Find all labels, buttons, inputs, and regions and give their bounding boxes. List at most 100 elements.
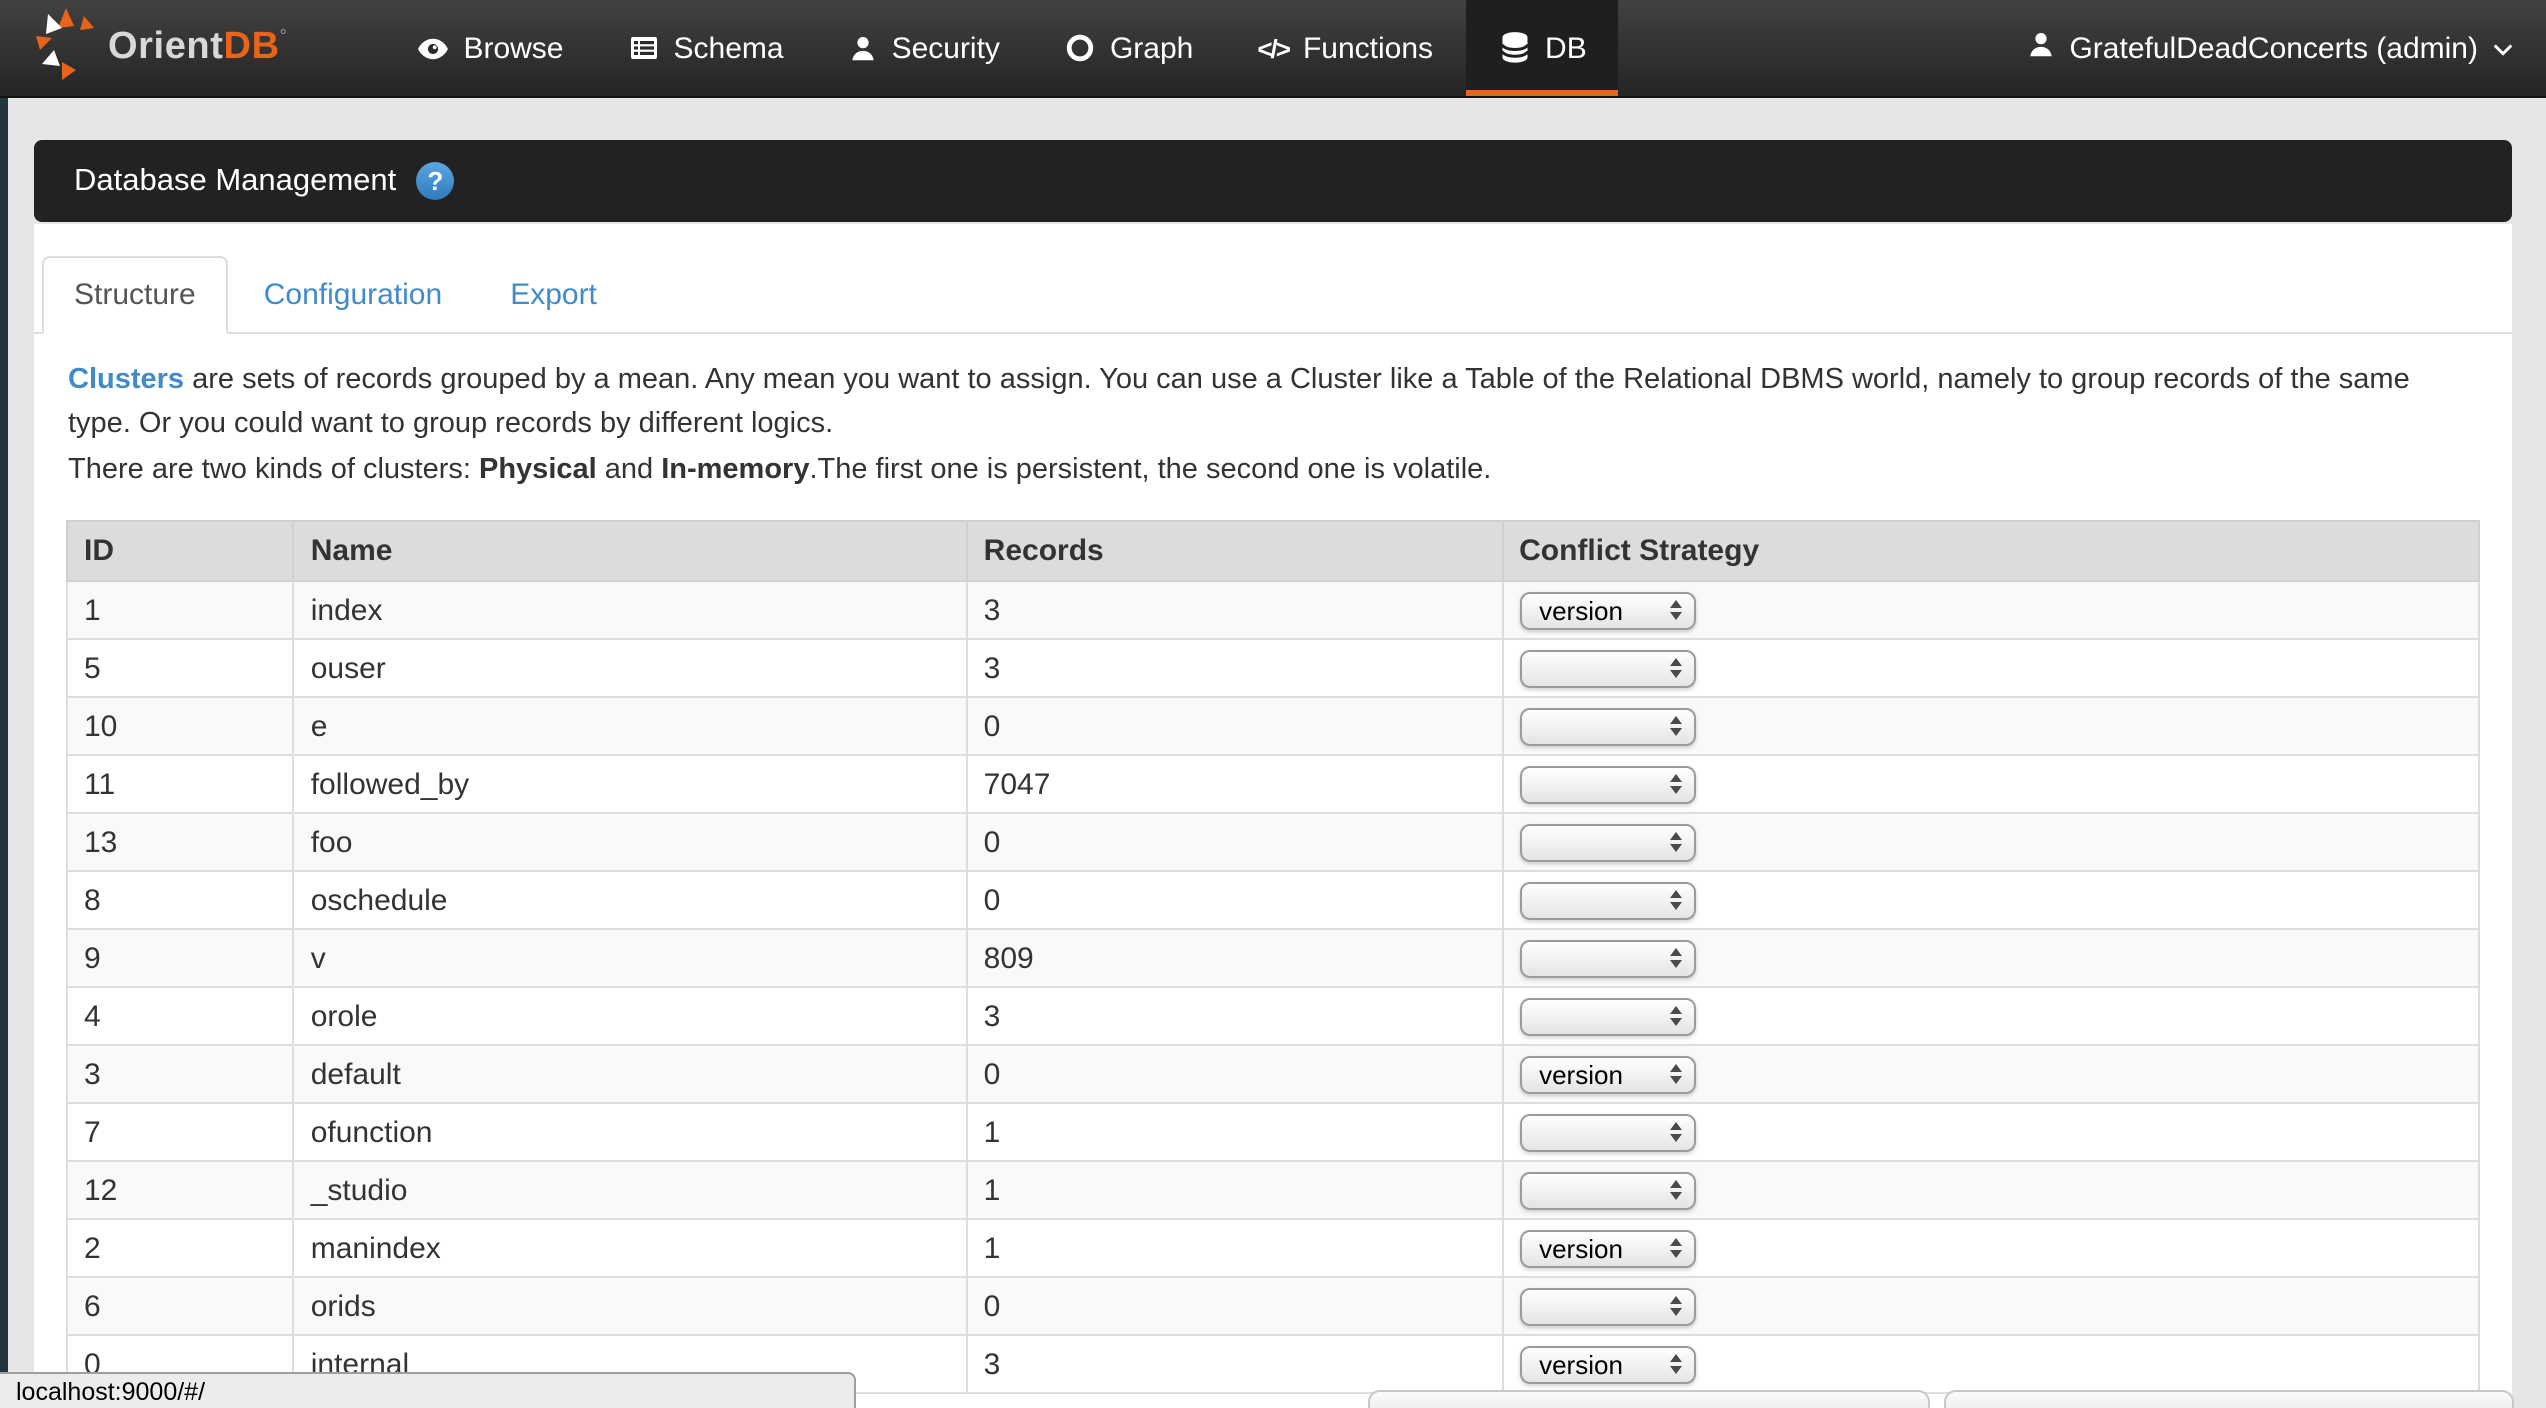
select-value: version [1539,596,1623,626]
user-menu-label: GratefulDeadConcerts (admin) [2069,32,2478,66]
content-panel: Structure Configuration Export Clusters … [34,224,2512,1408]
table-row: 1 index 3 version [67,582,2479,640]
cluster-strategy-cell [1502,872,2479,930]
cluster-name-cell: v [294,930,967,988]
cluster-records-cell: 809 [967,930,1502,988]
select-arrows-icon [1669,775,1681,795]
select-arrows-icon [1669,1297,1681,1317]
table-row: 9 v 809 [67,930,2479,988]
cluster-id-cell: 6 [67,1278,294,1336]
cluster-strategy-cell: version [1502,1220,2479,1278]
nav-item-label: DB [1545,31,1587,65]
conflict-strategy-select[interactable] [1519,998,1695,1036]
cluster-strategy-cell: version [1502,582,2479,640]
cluster-strategy-cell [1502,988,2479,1046]
table-row: 4 orole 3 [67,988,2479,1046]
cluster-id-cell: 7 [67,1104,294,1162]
code-icon: </> [1257,33,1289,63]
column-header-name: Name [294,522,967,582]
select-arrows-icon [1669,833,1681,853]
select-arrows-icon [1669,1123,1681,1143]
nav-item-functions[interactable]: </> Functions [1225,0,1465,96]
cluster-name-cell: orids [294,1278,967,1336]
help-icon[interactable]: ? [416,162,454,200]
table-row: 13 foo 0 [67,814,2479,872]
select-arrows-icon [1669,1355,1681,1375]
cluster-id-cell: 12 [67,1162,294,1220]
conflict-strategy-select[interactable]: version [1519,1346,1695,1384]
conflict-strategy-select[interactable] [1519,824,1695,862]
cluster-strategy-cell [1502,640,2479,698]
user-menu[interactable]: GratefulDeadConcerts (admin) [2025,0,2514,98]
conflict-strategy-select[interactable] [1519,1172,1695,1210]
select-arrows-icon [1669,659,1681,679]
clusters-description: Clusters are sets of records grouped by … [68,358,2478,493]
table-row: 6 orids 0 [67,1278,2479,1336]
cluster-name-cell: manindex [294,1220,967,1278]
cluster-records-cell: 3 [967,640,1502,698]
cluster-id-cell: 11 [67,756,294,814]
tab-export[interactable]: Export [478,256,629,334]
top-navbar: OrientDB° Browse Schema Security [0,0,2546,98]
table-row: 11 followed_by 7047 [67,756,2479,814]
cluster-strategy-cell [1502,756,2479,814]
user-icon [2025,30,2055,68]
cluster-strategy-cell [1502,698,2479,756]
cluster-id-cell: 8 [67,872,294,930]
tab-configuration[interactable]: Configuration [232,256,474,334]
conflict-strategy-select[interactable] [1519,940,1695,978]
cluster-name-cell: default [294,1046,967,1104]
nav-item-security[interactable]: Security [816,0,1032,96]
bottom-popup-panel-left [1368,1390,1930,1408]
conflict-strategy-select[interactable] [1519,650,1695,688]
nav-item-browse[interactable]: Browse [383,0,595,96]
cluster-records-cell: 3 [967,988,1502,1046]
cluster-records-cell: 0 [967,1046,1502,1104]
cluster-id-cell: 10 [67,698,294,756]
orientdb-logo[interactable]: OrientDB° [0,0,287,96]
cluster-name-cell: foo [294,814,967,872]
select-arrows-icon [1669,1065,1681,1085]
conflict-strategy-select[interactable] [1519,1114,1695,1152]
cluster-id-cell: 5 [67,640,294,698]
table-row: 7 ofunction 1 [67,1104,2479,1162]
nav-item-label: Security [892,31,1000,65]
cluster-name-cell: e [294,698,967,756]
select-arrows-icon [1669,717,1681,737]
cluster-strategy-cell [1502,1162,2479,1220]
nav-item-schema[interactable]: Schema [596,0,816,96]
tab-structure[interactable]: Structure [42,256,228,334]
nav-item-label: Functions [1303,31,1433,65]
cluster-name-cell: ouser [294,640,967,698]
nav-item-label: Graph [1110,31,1193,65]
table-row: 2 manindex 1 version [67,1220,2479,1278]
cluster-strategy-cell: version [1502,1336,2479,1394]
nav-item-graph[interactable]: Graph [1032,0,1225,96]
conflict-strategy-select[interactable] [1519,766,1695,804]
conflict-strategy-select[interactable] [1519,1288,1695,1326]
column-header-records: Records [967,522,1502,582]
cluster-records-cell: 0 [967,872,1502,930]
clusters-link[interactable]: Clusters [68,364,184,396]
conflict-strategy-select[interactable]: version [1519,1056,1695,1094]
cluster-name-cell: orole [294,988,967,1046]
cluster-name-cell: index [294,582,967,640]
conflict-strategy-select[interactable] [1519,882,1695,920]
bottom-popup-panel-right [1944,1390,2514,1408]
select-value: version [1539,1234,1623,1264]
cluster-records-cell: 3 [967,1336,1502,1394]
cluster-records-cell: 1 [967,1162,1502,1220]
cluster-records-cell: 3 [967,582,1502,640]
select-value: version [1539,1350,1623,1380]
cluster-records-cell: 0 [967,814,1502,872]
cluster-name-cell: _studio [294,1162,967,1220]
column-header-conflict-strategy: Conflict Strategy [1502,522,2479,582]
conflict-strategy-select[interactable]: version [1519,1230,1695,1268]
conflict-strategy-select[interactable] [1519,708,1695,746]
conflict-strategy-select[interactable]: version [1519,592,1695,630]
list-icon [628,32,660,64]
orientdb-star-icon [32,1,104,95]
nav-item-db[interactable]: DB [1465,0,1619,96]
orientdb-studio-app: OrientDB° Browse Schema Security [0,0,2546,1408]
eye-icon [415,31,449,65]
